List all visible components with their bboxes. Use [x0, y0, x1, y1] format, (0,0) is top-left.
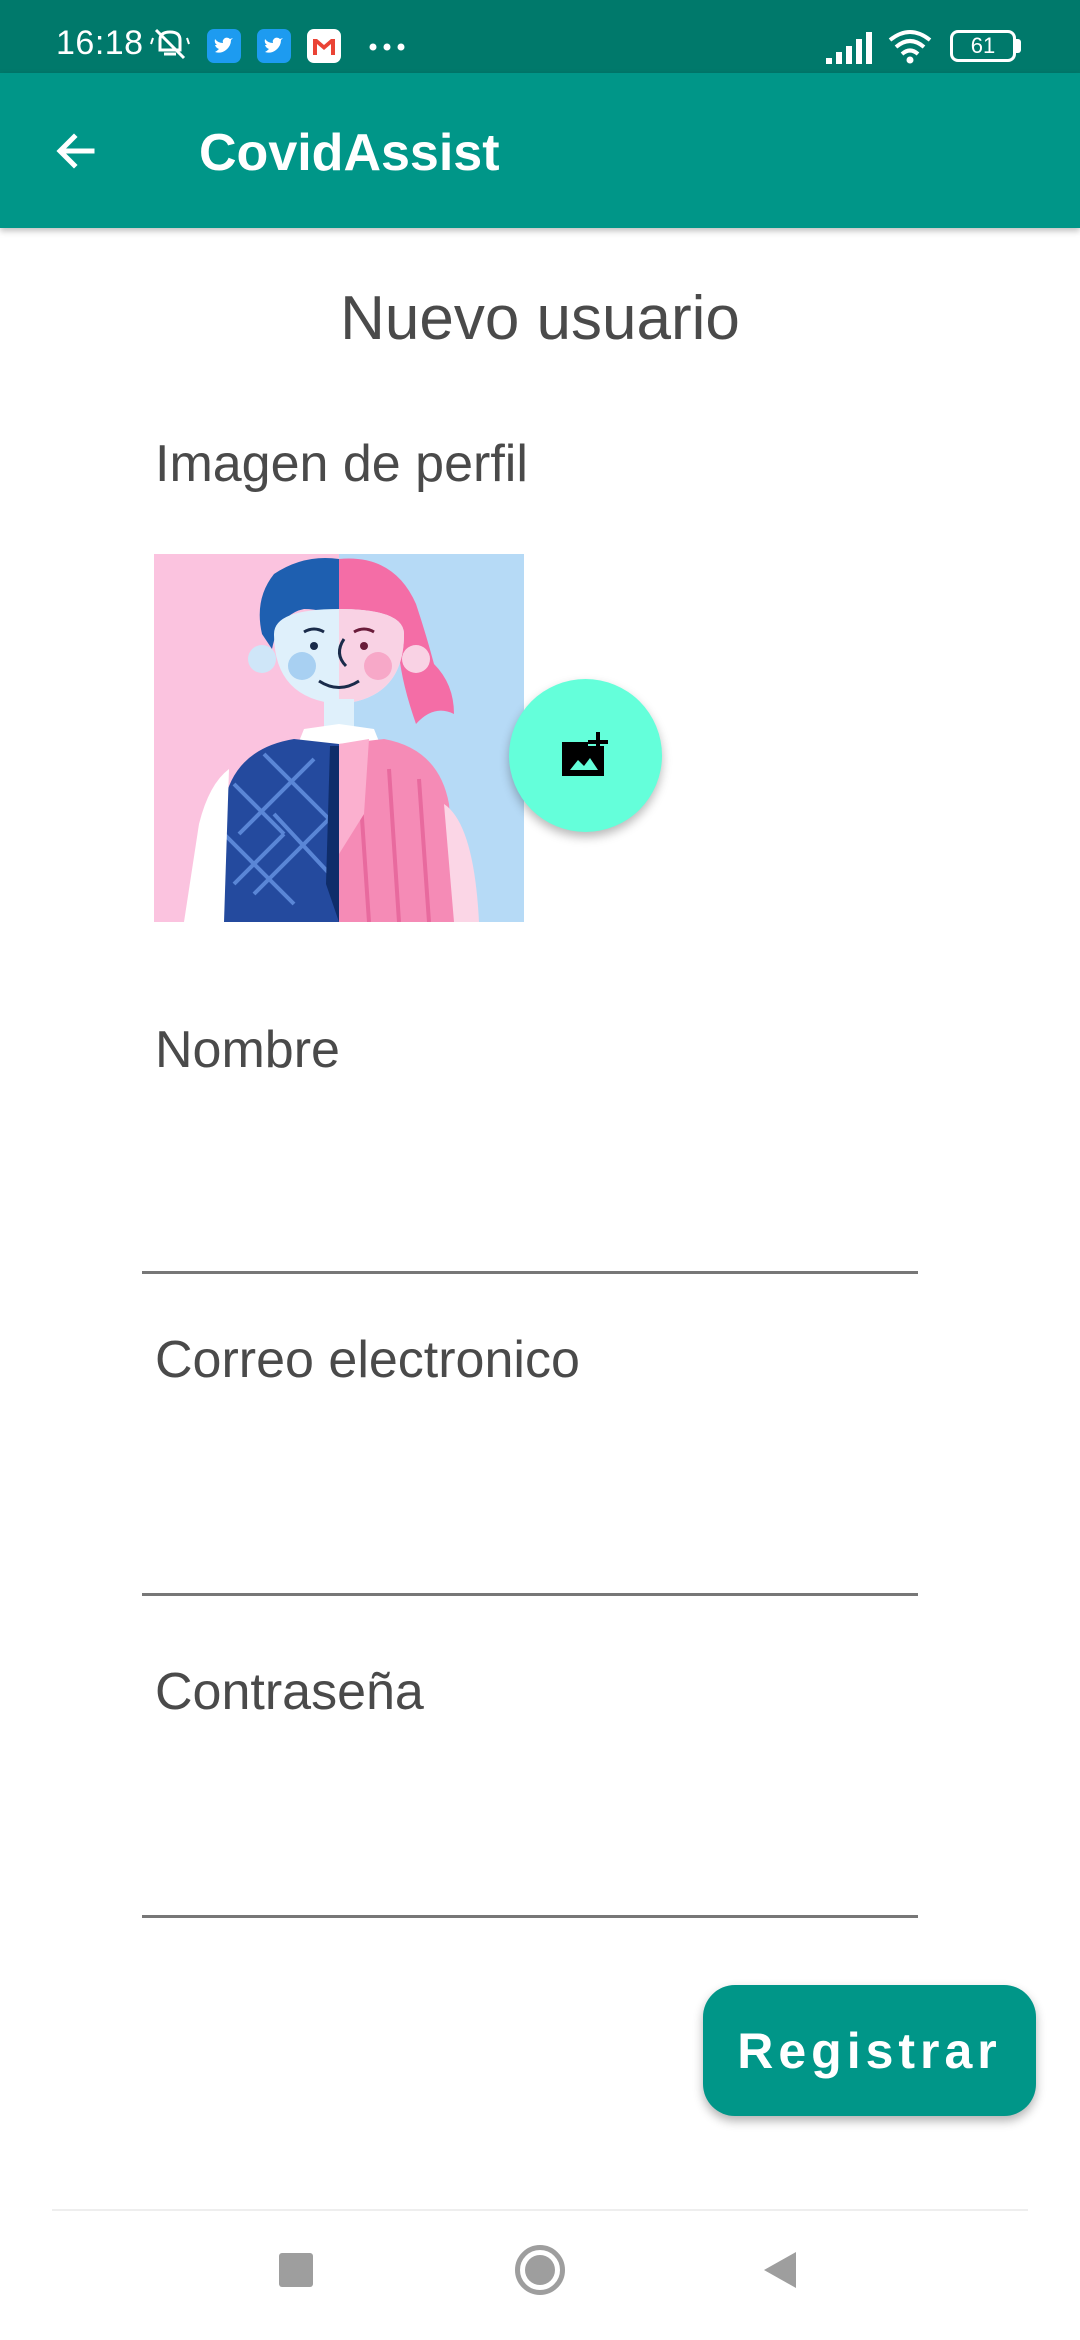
nav-divider: [52, 2209, 1028, 2211]
page-title: Nuevo usuario: [340, 284, 740, 353]
email-label: Correo electronico: [155, 1331, 580, 1389]
name-input[interactable]: [142, 1174, 918, 1274]
app-screen: 16:18 61 CovidAssist Nuevo usuario Image…: [0, 0, 1080, 2340]
back-triangle-icon: [764, 2252, 796, 2288]
profile-image-label: Imagen de perfil: [155, 435, 528, 493]
add-photo-button[interactable]: [509, 679, 662, 832]
gmail-icon: [307, 29, 341, 63]
home-button[interactable]: [510, 2240, 570, 2300]
twitter-icon: [207, 29, 241, 63]
register-button[interactable]: Registrar: [703, 1985, 1036, 2116]
vibrate-mute-icon: [150, 28, 190, 60]
twitter-icon: [257, 29, 291, 63]
email-input[interactable]: [142, 1496, 918, 1596]
profile-image[interactable]: [154, 554, 524, 922]
wifi-icon: [888, 30, 932, 64]
more-icon: [369, 43, 405, 51]
signal-icon: [826, 32, 872, 64]
add-photo-icon: [561, 731, 608, 776]
status-time: 16:18: [56, 24, 144, 62]
battery-icon: 61: [950, 30, 1016, 62]
status-bar: 16:18 61: [0, 0, 1080, 73]
password-label: Contraseña: [155, 1663, 424, 1721]
app-bar: CovidAssist: [0, 73, 1080, 228]
name-label: Nombre: [155, 1021, 340, 1079]
avatar-illustration: [154, 554, 524, 922]
arrow-back-icon: [56, 133, 95, 169]
back-button[interactable]: [40, 115, 112, 187]
home-circle-icon: [515, 2245, 565, 2295]
app-title: CovidAssist: [199, 124, 500, 182]
battery-level: 61: [970, 33, 996, 58]
battery-tip: [1016, 39, 1021, 53]
back-nav-button[interactable]: [750, 2240, 810, 2300]
password-input[interactable]: [142, 1818, 918, 1918]
recents-button[interactable]: [266, 2240, 326, 2300]
recents-square-icon: [279, 2253, 313, 2287]
